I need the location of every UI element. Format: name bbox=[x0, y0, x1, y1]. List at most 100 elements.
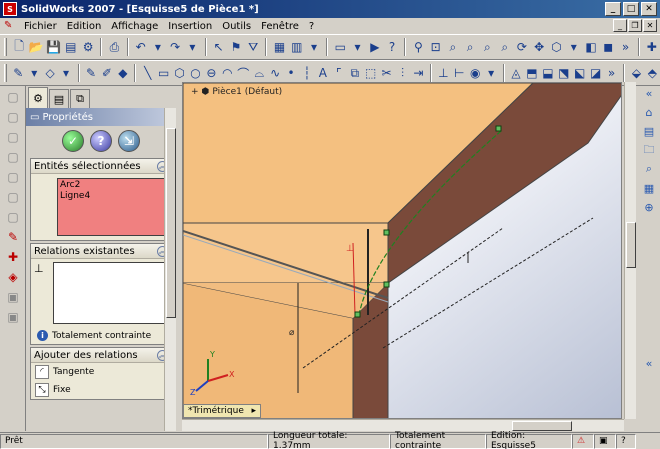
addins-icon[interactable]: ✚ bbox=[644, 38, 660, 56]
document-icon[interactable]: ✎ bbox=[4, 20, 17, 32]
repair-dropdown-icon[interactable]: ▾ bbox=[484, 64, 499, 82]
solidworks-logo-icon[interactable]: S bbox=[3, 2, 17, 16]
save-all-icon[interactable]: ▤ bbox=[63, 38, 79, 56]
new-icon[interactable]: 🗋 bbox=[11, 38, 27, 56]
sketch-entity-icon[interactable]: ▢ bbox=[4, 88, 22, 106]
layers-dropdown-icon[interactable]: ▾ bbox=[306, 38, 322, 56]
polygon-icon[interactable]: ⬡ bbox=[172, 64, 187, 82]
list-item[interactable]: Ligne4 bbox=[60, 191, 163, 202]
scroll-thumb[interactable] bbox=[166, 128, 176, 318]
scroll-thumb[interactable] bbox=[626, 222, 636, 268]
edit-sketch-icon[interactable]: ✎ bbox=[4, 228, 22, 246]
sketch-entity-icon[interactable]: ▢ bbox=[4, 128, 22, 146]
save-icon[interactable]: 💾 bbox=[45, 38, 61, 56]
ok-button[interactable]: ✓ bbox=[62, 130, 84, 152]
toolbar-more-icon[interactable]: » bbox=[617, 38, 633, 56]
solidworks-resources-icon[interactable]: ⌂ bbox=[641, 104, 657, 120]
revolve-icon[interactable]: ⬓ bbox=[540, 64, 555, 82]
property-manager-tab[interactable]: ▤ bbox=[49, 89, 69, 108]
sketch-3d-icon[interactable]: ✎ bbox=[84, 64, 99, 82]
sheet-metal-icon[interactable]: ⬙ bbox=[629, 64, 644, 82]
convert-entities-icon[interactable]: ⬚ bbox=[363, 64, 378, 82]
existing-relations-header[interactable]: Relations existantes ︽ bbox=[31, 244, 171, 259]
filter-icon[interactable]: ⛛ bbox=[245, 38, 261, 56]
point-icon[interactable]: • bbox=[284, 64, 299, 82]
three-point-arc-icon[interactable]: ⌓ bbox=[252, 64, 267, 82]
loft-icon[interactable]: ⬕ bbox=[572, 64, 587, 82]
sketch-entity-icon[interactable]: ▢ bbox=[4, 148, 22, 166]
layers-icon[interactable]: ▥ bbox=[289, 38, 305, 56]
fillet-icon[interactable]: ⌜ bbox=[331, 64, 346, 82]
menu-insert[interactable]: Insertion bbox=[163, 21, 217, 32]
arc-icon[interactable]: ◠ bbox=[220, 64, 235, 82]
shaded-icon[interactable]: ◼ bbox=[600, 38, 616, 56]
sketch-dropdown-icon[interactable]: ▾ bbox=[27, 64, 42, 82]
smart-dimension-icon[interactable]: ◇ bbox=[43, 64, 58, 82]
smart-dimension-dropdown-icon[interactable]: ▾ bbox=[59, 64, 74, 82]
relation-fixed-option[interactable]: ⤡ Fixe bbox=[31, 381, 171, 399]
rotate-icon[interactable]: ⟳ bbox=[514, 38, 530, 56]
file-explorer-icon[interactable]: 🗀 bbox=[641, 142, 657, 158]
macro-icon[interactable]: ▶ bbox=[367, 38, 383, 56]
task-pane-expand-icon[interactable]: « bbox=[641, 85, 657, 101]
model-view[interactable]: ⌀ ⊥ Y X Z bbox=[183, 83, 622, 419]
zoom-selection-icon[interactable]: ⌕ bbox=[497, 38, 513, 56]
offset-icon[interactable]: ⧉ bbox=[347, 64, 362, 82]
open-icon[interactable]: 📂 bbox=[28, 38, 44, 56]
appearances-icon[interactable]: ⊕ bbox=[641, 199, 657, 215]
close-button[interactable]: ✕ bbox=[641, 2, 657, 16]
tangent-arc-icon[interactable]: ⌒ bbox=[236, 64, 251, 82]
units-icon[interactable]: ▣ bbox=[594, 433, 616, 449]
view-orientation-tab[interactable]: *Trimétrique ▸ bbox=[183, 404, 261, 418]
text-icon[interactable]: A bbox=[315, 64, 330, 82]
grid-icon[interactable]: ▦ bbox=[271, 38, 287, 56]
rebuild-icon[interactable]: ⚑ bbox=[228, 38, 244, 56]
sweep-icon[interactable]: ⬔ bbox=[556, 64, 571, 82]
menu-edit[interactable]: Edition bbox=[62, 21, 107, 32]
toolbar-more-icon[interactable]: » bbox=[604, 64, 619, 82]
sketch-entity-icon[interactable]: ▢ bbox=[4, 208, 22, 226]
options-icon[interactable]: ⚙ bbox=[80, 38, 96, 56]
add-relations-header[interactable]: Ajouter des relations ︽ bbox=[31, 348, 171, 363]
sketch-entity-icon[interactable]: ▣ bbox=[4, 308, 22, 326]
doc-restore-button[interactable]: ❐ bbox=[628, 19, 642, 32]
view-palette-icon[interactable]: ▦ bbox=[641, 180, 657, 196]
centerline-icon[interactable]: ┆ bbox=[300, 64, 315, 82]
pin-button[interactable]: ⇲ bbox=[118, 130, 140, 152]
sketch-entity-icon[interactable]: ▣ bbox=[4, 288, 22, 306]
cut-icon[interactable]: ◪ bbox=[588, 64, 603, 82]
trim-icon[interactable]: ✂ bbox=[379, 64, 394, 82]
move-icon[interactable]: ⇥ bbox=[411, 64, 426, 82]
design-library-icon[interactable]: ▤ bbox=[641, 123, 657, 139]
zoom-area-icon[interactable]: ⌕ bbox=[462, 38, 478, 56]
horizontal-scrollbar[interactable] bbox=[182, 419, 624, 431]
help-icon[interactable]: ? bbox=[384, 38, 400, 56]
features-icon[interactable]: ⬘ bbox=[645, 64, 660, 82]
scroll-thumb[interactable] bbox=[512, 421, 572, 431]
redo-icon[interactable]: ↷ bbox=[167, 38, 183, 56]
selected-entities-list[interactable]: Arc2 Ligne4 bbox=[57, 178, 166, 236]
menu-tools[interactable]: Outils bbox=[217, 21, 256, 32]
menu-help[interactable]: ? bbox=[304, 21, 319, 32]
vertical-scrollbar[interactable] bbox=[624, 82, 636, 419]
window-dropdown-icon[interactable]: ▾ bbox=[349, 38, 365, 56]
dimension-icon[interactable]: ◈ bbox=[4, 268, 22, 286]
redo-dropdown-icon[interactable]: ▾ bbox=[184, 38, 200, 56]
sketch-icon[interactable]: ✎ bbox=[11, 64, 26, 82]
zoom-fit-icon[interactable]: ⌕ bbox=[445, 38, 461, 56]
add-relation-icon[interactable]: ⊥ bbox=[436, 64, 451, 82]
minimize-button[interactable]: _ bbox=[605, 2, 621, 16]
toolbar-grip[interactable] bbox=[4, 64, 7, 82]
display-relations-icon[interactable]: ⊢ bbox=[452, 64, 467, 82]
maximize-button[interactable]: □ bbox=[623, 2, 639, 16]
menu-file[interactable]: Fichier bbox=[19, 21, 62, 32]
search-icon[interactable]: ⌕ bbox=[641, 161, 657, 177]
menu-window[interactable]: Fenêtre bbox=[256, 21, 304, 32]
graphics-area[interactable]: ⌀ ⊥ Y X Z + ⬢ Pièce1 (Défaut) *Trimétriq… bbox=[182, 82, 622, 419]
doc-close-button[interactable]: ✕ bbox=[643, 19, 657, 32]
undo-icon[interactable]: ↶ bbox=[133, 38, 149, 56]
task-pane-collapse-icon[interactable]: « bbox=[641, 355, 657, 371]
view-orientation-icon[interactable]: ⬡ bbox=[548, 38, 564, 56]
rectangle-icon[interactable]: ▭ bbox=[156, 64, 171, 82]
rebuild-status-icon[interactable]: ⚠ bbox=[572, 433, 594, 449]
